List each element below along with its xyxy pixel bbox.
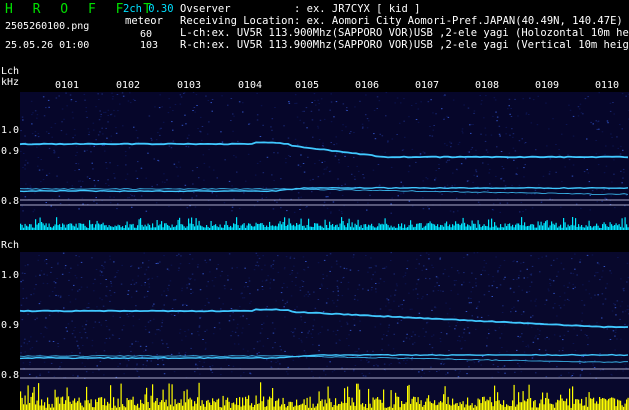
spectrogram-background bbox=[20, 92, 629, 230]
datetime-label: 25.05.26 01:00 bbox=[5, 40, 90, 51]
lch-spectrogram bbox=[20, 92, 629, 230]
time-tick-0105: 0105 bbox=[295, 80, 320, 91]
mode-label: 2ch 0.30 bbox=[123, 3, 174, 15]
detector-label: meteor bbox=[125, 15, 163, 27]
observer-value: : ex. JR7CYX [ kid ] bbox=[294, 3, 421, 15]
rch-spectrogram bbox=[20, 252, 629, 410]
lch-y-label-0.9: 0.9 bbox=[1, 146, 20, 157]
filename-label: 2505260100.png bbox=[5, 21, 90, 32]
khz-axis-label: kHz bbox=[1, 77, 20, 88]
rch-y-label-0.9: 0.9 bbox=[1, 320, 20, 331]
time-tick-0101: 0101 bbox=[55, 80, 80, 91]
rch-spectrogram-panel bbox=[20, 252, 629, 410]
time-tick-0102: 0102 bbox=[116, 80, 141, 91]
spectrogram-background bbox=[20, 252, 629, 410]
time-tick-0108: 0108 bbox=[475, 80, 500, 91]
location-label: Receiving Location bbox=[180, 15, 294, 27]
time-tick-0106: 0106 bbox=[355, 80, 380, 91]
time-tick-0109: 0109 bbox=[535, 80, 560, 91]
time-tick-0110: 0110 bbox=[595, 80, 620, 91]
time-tick-0107: 0107 bbox=[415, 80, 440, 91]
rch-y-label-1.0: 1.0 bbox=[1, 270, 20, 281]
lch-spectrogram-panel bbox=[20, 92, 629, 230]
rch-y-label-0.8: 0.8 bbox=[1, 370, 20, 381]
lch-description: L-ch:ex. UV5R 113.900Mhz(SAPPORO VOR)USB… bbox=[180, 27, 629, 39]
time-tick-0104: 0104 bbox=[238, 80, 263, 91]
rch-description: R-ch:ex. UV5R 113.900Mhz(SAPPORO VOR)USB… bbox=[180, 39, 629, 51]
lch-axis-label: Lch bbox=[1, 66, 20, 77]
time-tick-0103: 0103 bbox=[177, 80, 202, 91]
location-value: : ex. Aomori City Aomori-Pref.JAPAN(40.4… bbox=[294, 15, 623, 27]
rch-axis-label: Rch bbox=[1, 240, 20, 251]
lch-count: 60 bbox=[140, 29, 153, 40]
lch-y-label-1.0: 1.0 bbox=[1, 125, 20, 136]
lch-y-label-0.8: 0.8 bbox=[1, 196, 20, 207]
rch-count: 103 bbox=[140, 40, 159, 51]
observer-label: Ovserver bbox=[180, 3, 231, 15]
